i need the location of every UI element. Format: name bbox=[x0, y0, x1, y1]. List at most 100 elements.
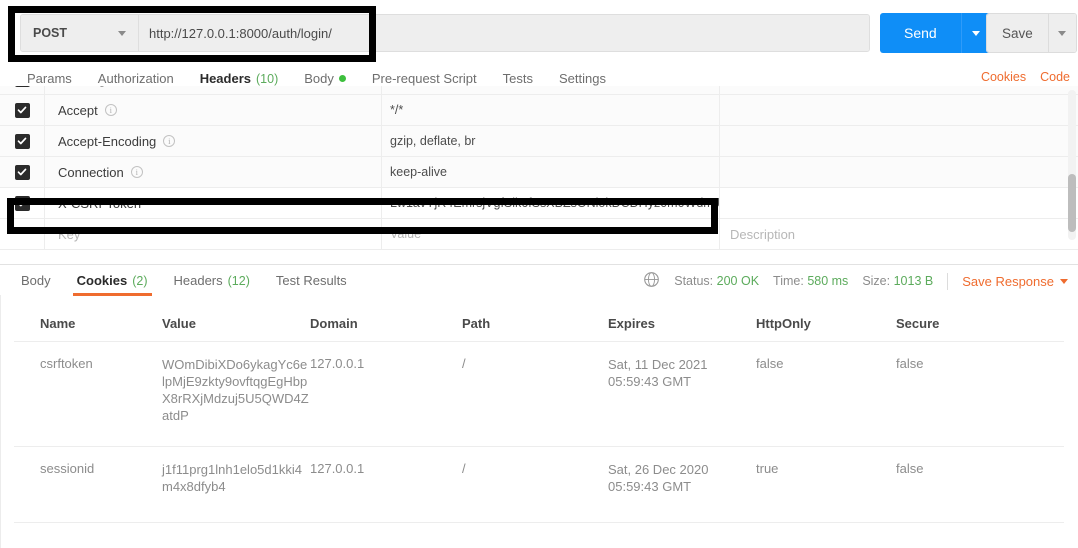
column-header-value: Value bbox=[162, 315, 310, 332]
chevron-down-icon bbox=[1060, 279, 1068, 284]
header-description-cell[interactable] bbox=[720, 126, 1078, 156]
header-key-text: User-Agent bbox=[58, 86, 124, 87]
response-tab-test-results[interactable]: Test Results bbox=[263, 273, 360, 295]
header-enable-cell bbox=[0, 95, 45, 125]
cookie-expires: Sat, 26 Dec 2020 05:59:43 GMT bbox=[608, 461, 756, 506]
response-tab-headers[interactable]: Headers (12) bbox=[161, 273, 263, 295]
header-description-cell[interactable] bbox=[720, 86, 1078, 94]
tab-label: Settings bbox=[559, 71, 606, 86]
cookie-httponly: false bbox=[756, 356, 896, 434]
chevron-down-icon bbox=[118, 31, 126, 36]
cookie-name: sessionid bbox=[14, 461, 162, 506]
header-key-cell[interactable]: Accept-Encoding i bbox=[45, 126, 382, 156]
cookie-value: WOmDibiXDo6ykagYc6elpMjE9zkty9ovftqgEgHb… bbox=[162, 356, 310, 434]
time-value: 580 ms bbox=[807, 274, 848, 288]
save-button[interactable]: Save bbox=[987, 14, 1048, 52]
header-value-cell[interactable]: PostmanRuntime/7.26.8 bbox=[382, 86, 720, 94]
tab-label: Cookies bbox=[77, 273, 128, 288]
table-row: Accept-Encoding i gzip, deflate, br bbox=[0, 126, 1078, 157]
cookie-name: csrftoken bbox=[14, 356, 162, 434]
info-icon[interactable]: i bbox=[105, 104, 117, 116]
column-header-expires: Expires bbox=[608, 315, 756, 332]
new-header-description-input[interactable]: Description bbox=[720, 219, 1078, 249]
http-method-label: POST bbox=[33, 26, 67, 40]
tab-label: Tests bbox=[503, 71, 533, 86]
request-bar: POST http://127.0.0.1:8000/auth/login/ S… bbox=[0, 0, 1078, 66]
header-value-cell[interactable]: */* bbox=[382, 95, 720, 125]
header-key-cell[interactable]: Accept i bbox=[45, 95, 382, 125]
header-description-cell[interactable] bbox=[720, 95, 1078, 125]
time-group: Time: 580 ms bbox=[773, 274, 848, 288]
cookie-expires: Sat, 11 Dec 2021 05:59:43 GMT bbox=[608, 356, 756, 434]
postman-window: POST http://127.0.0.1:8000/auth/login/ S… bbox=[0, 0, 1078, 548]
cookies-table-header: Name Value Domain Path Expires HttpOnly … bbox=[14, 305, 1064, 341]
http-method-select[interactable]: POST bbox=[21, 15, 139, 51]
cookies-table: Name Value Domain Path Expires HttpOnly … bbox=[14, 305, 1064, 518]
table-row-new: Key Value Description bbox=[0, 219, 1078, 250]
tab-label: Test Results bbox=[276, 273, 347, 288]
globe-icon[interactable] bbox=[643, 271, 660, 291]
cookies-link[interactable]: Cookies bbox=[981, 70, 1026, 84]
header-value-cell[interactable]: Lw1avYjR4EmrsjVgfSlk6fSsXBZsONlokDCDHyz0… bbox=[382, 188, 720, 218]
tab-label: Params bbox=[27, 71, 72, 86]
chevron-down-icon bbox=[972, 31, 980, 36]
divider bbox=[947, 273, 948, 290]
new-header-value-input[interactable]: Value bbox=[382, 219, 720, 249]
header-enable-cell bbox=[0, 188, 45, 218]
save-button-group: Save bbox=[986, 13, 1077, 53]
info-icon[interactable]: i bbox=[163, 135, 175, 147]
table-row: csrftoken WOmDibiXDo6ykagYc6elpMjE9zkty9… bbox=[14, 341, 1064, 446]
header-enable-cell bbox=[0, 86, 45, 94]
column-header-domain: Domain bbox=[310, 316, 462, 331]
response-tab-cookies[interactable]: Cookies (2) bbox=[64, 273, 161, 295]
cookie-secure: false bbox=[896, 356, 1064, 434]
headers-table: User-Agent i PostmanRuntime/7.26.8 Accep… bbox=[0, 86, 1078, 264]
code-link[interactable]: Code bbox=[1040, 70, 1070, 84]
request-url-input[interactable]: http://127.0.0.1:8000/auth/login/ bbox=[139, 15, 869, 51]
header-enable-cell bbox=[0, 219, 45, 249]
new-header-key-input[interactable]: Key bbox=[45, 219, 382, 249]
tab-label: Authorization bbox=[98, 71, 174, 86]
header-key-cell[interactable]: X-CSRFToken bbox=[45, 188, 382, 218]
checkbox-checked-icon[interactable] bbox=[15, 196, 30, 211]
checkbox-checked-icon[interactable] bbox=[15, 103, 30, 118]
header-key-cell[interactable]: Connection i bbox=[45, 157, 382, 187]
cookie-secure: false bbox=[896, 461, 1064, 506]
cookie-value: j1f11prg1lnh1elo5d1kki4m4x8dfyb4 bbox=[162, 461, 310, 506]
size-value: 1013 B bbox=[894, 274, 934, 288]
header-enable-cell bbox=[0, 157, 45, 187]
header-description-cell[interactable] bbox=[720, 188, 1078, 218]
response-tab-body[interactable]: Body bbox=[8, 273, 64, 295]
table-row: Connection i keep-alive bbox=[0, 157, 1078, 188]
header-enable-cell bbox=[0, 126, 45, 156]
headers-scrollbar[interactable] bbox=[1068, 90, 1076, 240]
cookie-domain: 127.0.0.1 bbox=[310, 461, 462, 506]
header-value-cell[interactable]: gzip, deflate, br bbox=[382, 126, 720, 156]
cookie-httponly: true bbox=[756, 461, 896, 506]
response-left-edge bbox=[0, 295, 1, 548]
tab-label: Headers bbox=[200, 71, 251, 86]
column-header-httponly: HttpOnly bbox=[756, 316, 896, 331]
header-key-text: Connection bbox=[58, 165, 124, 180]
info-icon[interactable]: i bbox=[131, 166, 143, 178]
tab-count: (12) bbox=[228, 274, 250, 288]
size-group: Size: 1013 B bbox=[862, 274, 933, 288]
header-value-cell[interactable]: keep-alive bbox=[382, 157, 720, 187]
checkbox-checked-icon[interactable] bbox=[15, 134, 30, 149]
url-group: POST http://127.0.0.1:8000/auth/login/ bbox=[20, 14, 870, 52]
header-key-cell[interactable]: User-Agent i bbox=[45, 86, 382, 94]
send-button-group: Send bbox=[880, 13, 991, 53]
time-label: Time: bbox=[773, 274, 804, 288]
cookie-domain: 127.0.0.1 bbox=[310, 356, 462, 434]
headers-scrollbar-thumb[interactable] bbox=[1068, 174, 1076, 232]
request-utility-links: Cookies Code bbox=[981, 70, 1070, 84]
checkbox-checked-icon[interactable] bbox=[15, 86, 30, 87]
save-response-button[interactable]: Save Response bbox=[962, 274, 1068, 289]
save-options-button[interactable] bbox=[1048, 14, 1076, 52]
header-description-cell[interactable] bbox=[720, 157, 1078, 187]
header-key-text: Accept bbox=[58, 103, 98, 118]
save-response-label: Save Response bbox=[962, 274, 1054, 289]
status-value: 200 OK bbox=[717, 274, 759, 288]
send-button[interactable]: Send bbox=[880, 13, 961, 53]
checkbox-checked-icon[interactable] bbox=[15, 165, 30, 180]
